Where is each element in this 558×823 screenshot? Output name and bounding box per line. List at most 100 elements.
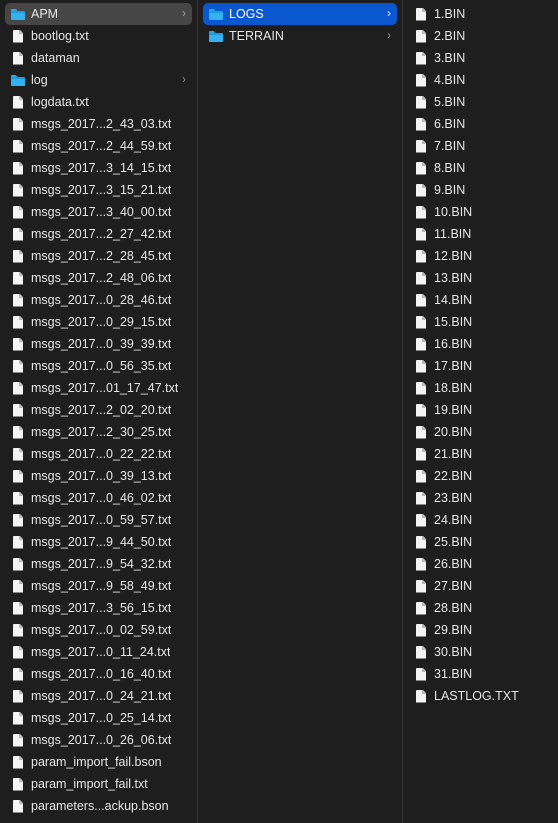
file-row-dataman[interactable]: dataman <box>5 47 192 69</box>
document-icon <box>11 578 25 594</box>
file-row-msgs-2017-3-14-15-txt[interactable]: msgs_2017...3_14_15.txt <box>5 157 192 179</box>
file-row-msgs-2017-9-54-32-txt[interactable]: msgs_2017...9_54_32.txt <box>5 553 192 575</box>
item-label: param_import_fail.txt <box>31 777 148 791</box>
file-row-msgs-2017-2-30-25-txt[interactable]: msgs_2017...2_30_25.txt <box>5 421 192 443</box>
file-row-27-bin[interactable]: 27.BIN <box>408 575 551 597</box>
file-row-9-bin[interactable]: 9.BIN <box>408 179 551 201</box>
document-icon <box>11 138 25 154</box>
chevron-right-icon: › <box>182 6 186 20</box>
document-icon <box>11 380 25 396</box>
file-row-1-bin[interactable]: 1.BIN <box>408 3 551 25</box>
file-row-25-bin[interactable]: 25.BIN <box>408 531 551 553</box>
column-3[interactable]: 1.BIN 2.BIN 3.BIN 4.BIN 5.BIN 6.BIN 7.BIN 8.BIN… <box>403 0 556 823</box>
file-row-msgs-2017-0-46-02-txt[interactable]: msgs_2017...0_46_02.txt <box>5 487 192 509</box>
file-row-17-bin[interactable]: 17.BIN <box>408 355 551 377</box>
document-icon <box>414 270 428 286</box>
file-row-7-bin[interactable]: 7.BIN <box>408 135 551 157</box>
file-row-msgs-2017-2-43-03-txt[interactable]: msgs_2017...2_43_03.txt <box>5 113 192 135</box>
file-row-msgs-2017-0-22-22-txt[interactable]: msgs_2017...0_22_22.txt <box>5 443 192 465</box>
file-row-msgs-2017-01-17-47-txt[interactable]: msgs_2017...01_17_47.txt <box>5 377 192 399</box>
item-label: msgs_2017...2_28_45.txt <box>31 249 172 263</box>
document-icon <box>414 248 428 264</box>
file-row-param-import-fail-bson[interactable]: param_import_fail.bson <box>5 751 192 773</box>
file-row-31-bin[interactable]: 31.BIN <box>408 663 551 685</box>
item-label: 26.BIN <box>434 557 473 571</box>
file-row-24-bin[interactable]: 24.BIN <box>408 509 551 531</box>
document-icon <box>414 72 428 88</box>
file-row-msgs-2017-3-40-00-txt[interactable]: msgs_2017...3_40_00.txt <box>5 201 192 223</box>
document-icon <box>414 50 428 66</box>
file-row-26-bin[interactable]: 26.BIN <box>408 553 551 575</box>
file-row-msgs-2017-0-29-15-txt[interactable]: msgs_2017...0_29_15.txt <box>5 311 192 333</box>
chevron-right-icon: › <box>387 28 391 42</box>
file-row-2-bin[interactable]: 2.BIN <box>408 25 551 47</box>
file-row-msgs-2017-0-28-46-txt[interactable]: msgs_2017...0_28_46.txt <box>5 289 192 311</box>
folder-row-logs[interactable]: LOGS › <box>203 3 397 25</box>
file-row-20-bin[interactable]: 20.BIN <box>408 421 551 443</box>
file-row-6-bin[interactable]: 6.BIN <box>408 113 551 135</box>
file-row-bootlog-txt[interactable]: bootlog.txt <box>5 25 192 47</box>
document-icon <box>11 292 25 308</box>
file-row-msgs-2017-0-24-21-txt[interactable]: msgs_2017...0_24_21.txt <box>5 685 192 707</box>
item-label: 5.BIN <box>434 95 466 109</box>
document-icon <box>11 534 25 550</box>
file-row-logdata-txt[interactable]: logdata.txt <box>5 91 192 113</box>
document-icon <box>414 138 428 154</box>
file-row-28-bin[interactable]: 28.BIN <box>408 597 551 619</box>
file-row-msgs-2017-0-25-14-txt[interactable]: msgs_2017...0_25_14.txt <box>5 707 192 729</box>
file-row-msgs-2017-0-39-39-txt[interactable]: msgs_2017...0_39_39.txt <box>5 333 192 355</box>
item-label: 11.BIN <box>434 227 472 241</box>
file-row-msgs-2017-3-15-21-txt[interactable]: msgs_2017...3_15_21.txt <box>5 179 192 201</box>
folder-row-terrain[interactable]: TERRAIN › <box>203 25 397 47</box>
file-row-19-bin[interactable]: 19.BIN <box>408 399 551 421</box>
file-row-msgs-2017-0-02-59-txt[interactable]: msgs_2017...0_02_59.txt <box>5 619 192 641</box>
folder-row-apm[interactable]: APM › <box>5 3 192 25</box>
column-2[interactable]: LOGS › TERRAIN › <box>198 0 403 823</box>
item-label: 22.BIN <box>434 469 473 483</box>
file-row-14-bin[interactable]: 14.BIN <box>408 289 551 311</box>
file-row-msgs-2017-0-16-40-txt[interactable]: msgs_2017...0_16_40.txt <box>5 663 192 685</box>
file-row-11-bin[interactable]: 11.BIN <box>408 223 551 245</box>
file-row-29-bin[interactable]: 29.BIN <box>408 619 551 641</box>
document-icon <box>11 94 25 110</box>
file-row-5-bin[interactable]: 5.BIN <box>408 91 551 113</box>
folder-row-log[interactable]: log › <box>5 69 192 91</box>
file-row-30-bin[interactable]: 30.BIN <box>408 641 551 663</box>
item-label: msgs_2017...3_14_15.txt <box>31 161 172 175</box>
file-row-4-bin[interactable]: 4.BIN <box>408 69 551 91</box>
document-icon <box>11 358 25 374</box>
file-row-18-bin[interactable]: 18.BIN <box>408 377 551 399</box>
file-row-3-bin[interactable]: 3.BIN <box>408 47 551 69</box>
document-icon <box>11 116 25 132</box>
file-row-10-bin[interactable]: 10.BIN <box>408 201 551 223</box>
file-row-msgs-2017-2-02-20-txt[interactable]: msgs_2017...2_02_20.txt <box>5 399 192 421</box>
file-row-msgs-2017-2-48-06-txt[interactable]: msgs_2017...2_48_06.txt <box>5 267 192 289</box>
file-row-22-bin[interactable]: 22.BIN <box>408 465 551 487</box>
file-row-16-bin[interactable]: 16.BIN <box>408 333 551 355</box>
file-row-lastlog-txt[interactable]: LASTLOG.TXT <box>408 685 551 707</box>
file-row-8-bin[interactable]: 8.BIN <box>408 157 551 179</box>
file-row-msgs-2017-9-58-49-txt[interactable]: msgs_2017...9_58_49.txt <box>5 575 192 597</box>
file-row-msgs-2017-0-59-57-txt[interactable]: msgs_2017...0_59_57.txt <box>5 509 192 531</box>
file-row-msgs-2017-0-26-06-txt[interactable]: msgs_2017...0_26_06.txt <box>5 729 192 751</box>
column-1[interactable]: APM › bootlog.txt dataman log › logdata.txt msg… <box>0 0 198 823</box>
file-row-21-bin[interactable]: 21.BIN <box>408 443 551 465</box>
file-row-param-import-fail-txt[interactable]: param_import_fail.txt <box>5 773 192 795</box>
document-icon <box>414 380 428 396</box>
file-row-12-bin[interactable]: 12.BIN <box>408 245 551 267</box>
file-row-msgs-2017-0-39-13-txt[interactable]: msgs_2017...0_39_13.txt <box>5 465 192 487</box>
file-row-msgs-2017-2-28-45-txt[interactable]: msgs_2017...2_28_45.txt <box>5 245 192 267</box>
file-row-msgs-2017-3-56-15-txt[interactable]: msgs_2017...3_56_15.txt <box>5 597 192 619</box>
item-label: dataman <box>31 51 80 65</box>
file-row-msgs-2017-0-11-24-txt[interactable]: msgs_2017...0_11_24.txt <box>5 641 192 663</box>
document-icon <box>11 556 25 572</box>
file-row-13-bin[interactable]: 13.BIN <box>408 267 551 289</box>
file-row-msgs-2017-9-44-50-txt[interactable]: msgs_2017...9_44_50.txt <box>5 531 192 553</box>
file-row-msgs-2017-2-27-42-txt[interactable]: msgs_2017...2_27_42.txt <box>5 223 192 245</box>
file-row-15-bin[interactable]: 15.BIN <box>408 311 551 333</box>
item-label: msgs_2017...2_27_42.txt <box>31 227 172 241</box>
file-row-23-bin[interactable]: 23.BIN <box>408 487 551 509</box>
file-row-parameters-ackup-bson[interactable]: parameters...ackup.bson <box>5 795 192 817</box>
file-row-msgs-2017-2-44-59-txt[interactable]: msgs_2017...2_44_59.txt <box>5 135 192 157</box>
file-row-msgs-2017-0-56-35-txt[interactable]: msgs_2017...0_56_35.txt <box>5 355 192 377</box>
